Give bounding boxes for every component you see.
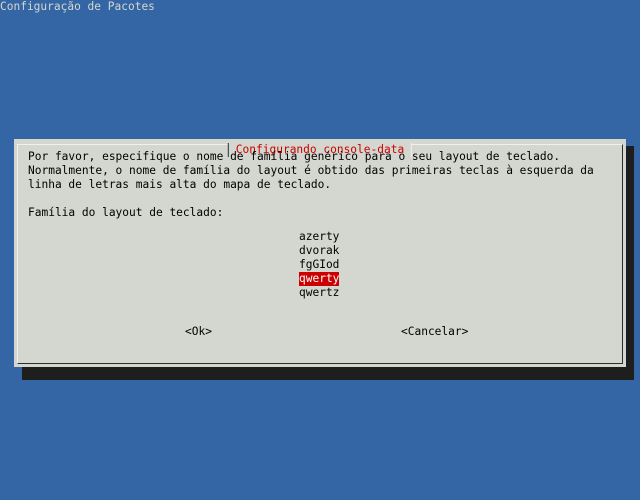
list-item-qwerty[interactable]: qwerty xyxy=(299,272,340,286)
list-item-qwertz[interactable]: qwertz xyxy=(299,286,339,300)
description-line-2: Normalmente, o nome de família do layout… xyxy=(28,164,594,177)
cancel-button[interactable]: <Cancelar> xyxy=(401,325,468,339)
layout-family-list[interactable]: azerty dvorak fgGIod qwerty qwertz xyxy=(299,230,340,300)
list-item-dvorak[interactable]: dvorak xyxy=(299,244,339,258)
package-configuration-title: Configuração de Pacotes xyxy=(0,0,155,13)
ok-button[interactable]: <Ok> xyxy=(185,325,212,339)
description-line-3: linha de letras mais alta do mapa de tec… xyxy=(28,178,332,191)
description-line-1: Por favor, especifique o nome de família… xyxy=(28,150,561,163)
list-item-azerty[interactable]: azerty xyxy=(299,230,339,244)
list-item-fggiod[interactable]: fgGIod xyxy=(299,258,339,272)
layout-family-label: Família do layout de teclado: xyxy=(28,206,224,219)
